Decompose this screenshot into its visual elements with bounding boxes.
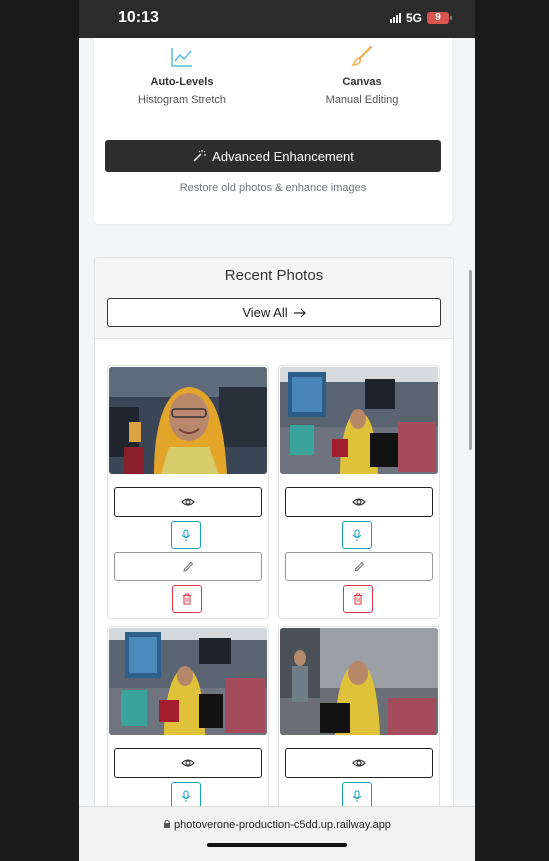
view-photo-button[interactable] [285, 487, 433, 517]
view-photo-button[interactable] [285, 748, 433, 778]
home-indicator[interactable] [207, 843, 347, 847]
battery-icon: 9 [427, 12, 452, 24]
tool-name: Auto-Levels [150, 76, 214, 88]
microphone-icon [352, 790, 362, 802]
microphone-icon [181, 790, 191, 802]
network-label: 5G [405, 11, 422, 25]
view-all-button[interactable]: View All [107, 298, 441, 327]
magic-wand-icon [193, 150, 207, 162]
eye-icon [352, 498, 366, 506]
microphone-icon [352, 529, 362, 541]
tool-desc: Histogram Stretch [137, 94, 227, 106]
recent-photos-title: Recent Photos [224, 267, 324, 284]
page-scrollbar[interactable] [469, 270, 472, 450]
chart-line-icon [171, 48, 192, 67]
tool-auto-levels[interactable]: Auto-Levels Histogram Stretch [102, 38, 262, 106]
tool-name: Canvas [342, 76, 382, 88]
recent-photos-header: Recent Photos View All [95, 258, 453, 339]
status-indicators: 5G 9 [389, 11, 452, 25]
eye-icon [181, 498, 195, 506]
photo-card [107, 365, 269, 619]
advanced-subtitle: Restore old photos & enhance images [179, 182, 367, 194]
signal-icon [389, 13, 401, 23]
photo-thumbnail[interactable] [280, 628, 438, 735]
view-photo-button[interactable] [114, 748, 262, 778]
delete-photo-button[interactable] [343, 585, 373, 613]
tool-canvas[interactable]: Canvas Manual Editing [282, 38, 442, 106]
status-bar: 10:13 5G 9 [79, 0, 475, 38]
arrow-right-icon [293, 308, 306, 317]
view-all-label: View All [242, 305, 288, 320]
view-photo-button[interactable] [114, 487, 262, 517]
browser-url-bar[interactable]: photoverone-production-c5dd.up.railway.a… [79, 806, 475, 861]
photo-thumbnail[interactable] [109, 367, 267, 474]
pencil-icon [183, 561, 194, 572]
status-time: 10:13 [118, 9, 159, 26]
url-text: photoverone-production-c5dd.up.railway.a… [174, 819, 391, 831]
voice-button[interactable] [342, 521, 372, 549]
pencil-icon [354, 561, 365, 572]
photo-thumbnail[interactable] [109, 628, 267, 735]
trash-icon [354, 593, 362, 605]
trash-icon [183, 593, 191, 605]
phone-screen: 10:13 5G 9 Auto-Levels Histogram Stretch [79, 0, 475, 861]
advanced-enhancement-label: Advanced Enhancement [212, 148, 354, 164]
tool-desc: Manual Editing [325, 94, 399, 106]
eye-icon [352, 759, 366, 767]
voice-button[interactable] [171, 521, 201, 549]
microphone-icon [181, 529, 191, 541]
edit-photo-button[interactable] [285, 552, 433, 581]
edit-photo-button[interactable] [114, 552, 262, 581]
photo-card [278, 365, 440, 619]
lock-icon [164, 819, 171, 828]
brush-icon [351, 45, 373, 66]
advanced-enhancement-button[interactable]: Advanced Enhancement [105, 140, 441, 172]
delete-photo-button[interactable] [172, 585, 202, 613]
photo-thumbnail[interactable] [280, 367, 438, 474]
tools-card: Auto-Levels Histogram Stretch Canvas Man… [94, 38, 452, 224]
eye-icon [181, 759, 195, 767]
recent-photos-card: Recent Photos View All [94, 257, 454, 861]
url-display: photoverone-production-c5dd.up.railway.a… [79, 819, 475, 831]
